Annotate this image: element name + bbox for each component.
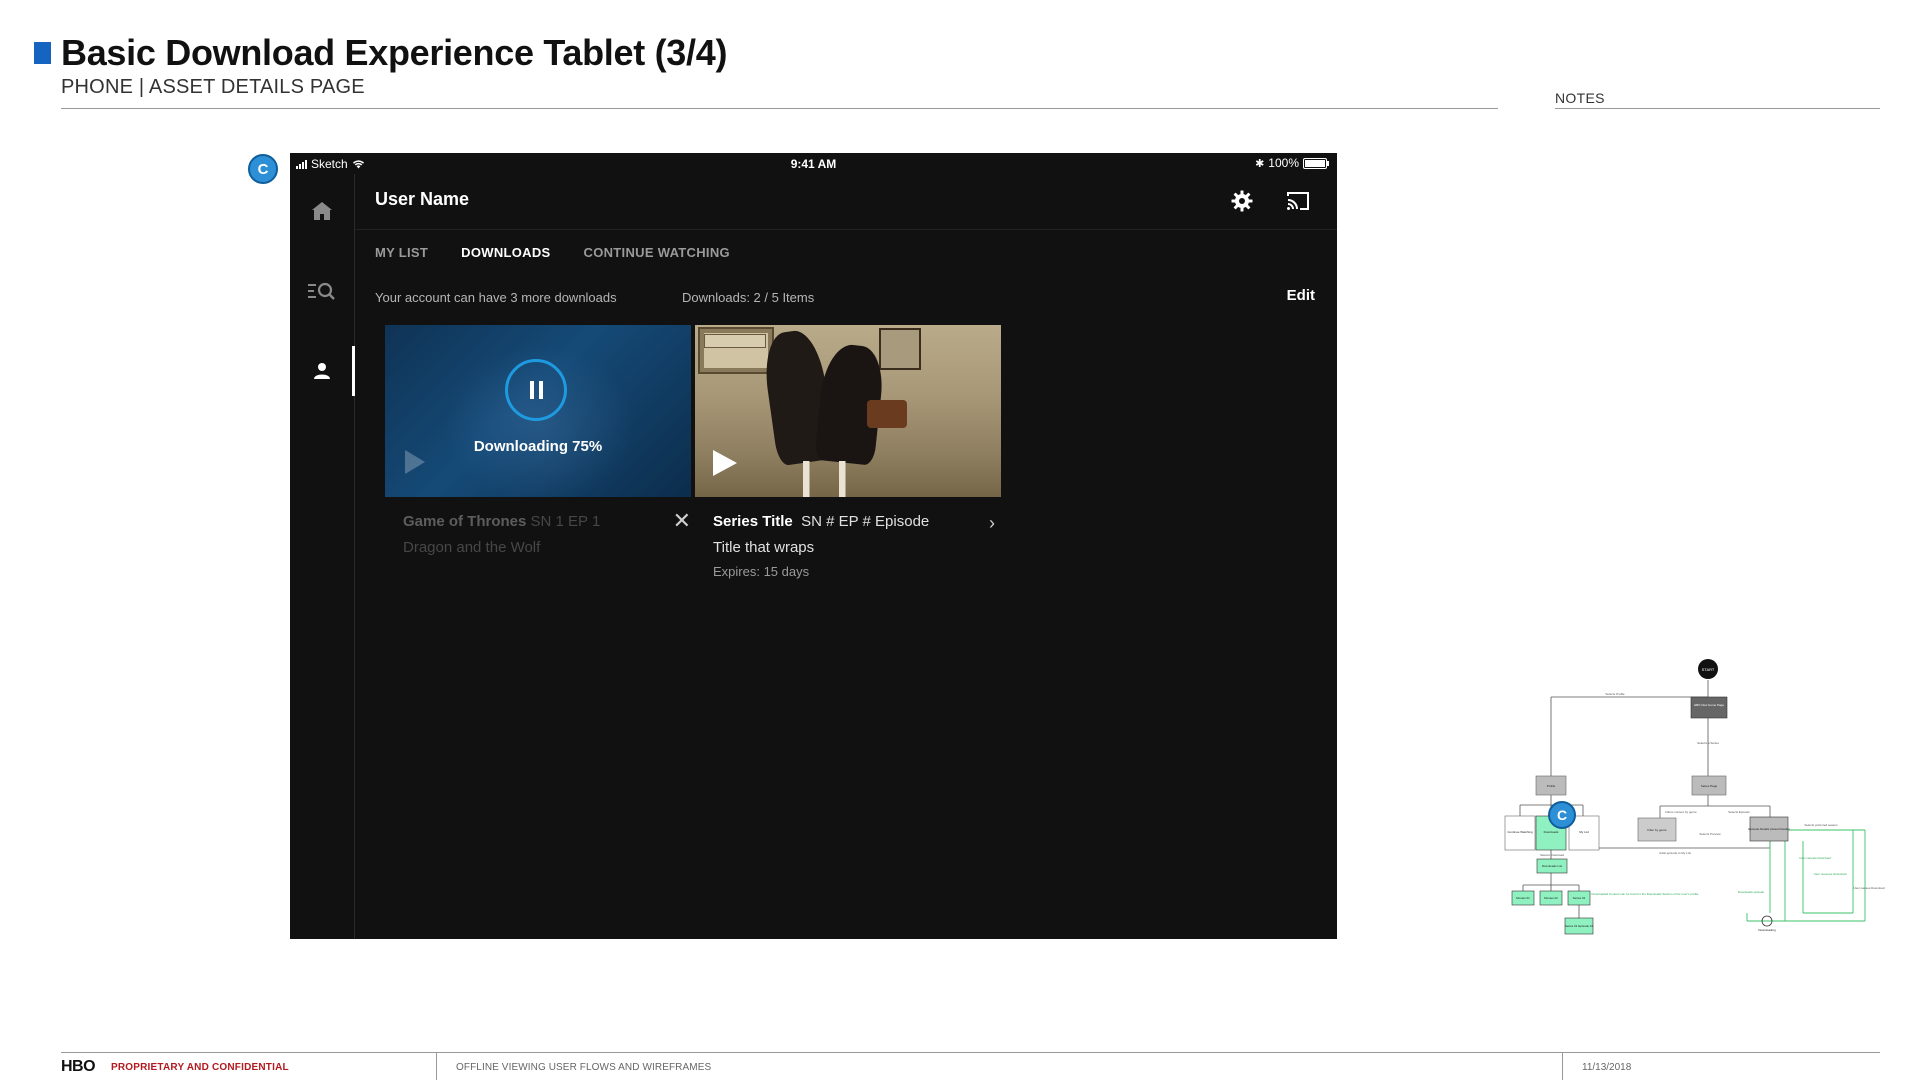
document-title: OFFLINE VIEWING USER FLOWS AND WIREFRAME… [456, 1062, 712, 1073]
flow-node-label: Downloading [1758, 928, 1776, 932]
page-title: Basic Download Experience Tablet (3/4) [61, 32, 728, 73]
battery-percent: 100% [1268, 156, 1299, 170]
bluetooth-icon: ✱ [1255, 157, 1265, 170]
status-time: 9:41 AM [790, 157, 837, 171]
flow-node-label: START [1702, 667, 1715, 672]
flow-node-home [1690, 696, 1728, 719]
flow-edge-label: Selects Episode [1728, 810, 1750, 814]
flow-node-label: Filter by genre [1647, 828, 1667, 832]
card-expiration: Expires: 15 days [713, 564, 810, 579]
flow-node-label: My List [1579, 830, 1589, 834]
flow-edge-label: User pauses Download [1853, 886, 1884, 890]
pause-icon [529, 381, 543, 399]
footer-separator [1562, 1052, 1563, 1080]
chevron-right-icon[interactable]: › [989, 514, 995, 532]
notes-divider [1555, 108, 1880, 109]
close-icon[interactable]: ✕ [673, 510, 691, 532]
callout-badge: C [248, 154, 278, 184]
card-title: Series Title [713, 513, 793, 530]
profile-icon [314, 363, 330, 379]
thumbnail-art [795, 461, 875, 497]
flow-edge-label: Downloaded Content can be found in the D… [1592, 892, 1699, 896]
top-bar: User Name [355, 174, 1337, 230]
footer-divider [61, 1052, 1880, 1053]
flow-edge-label: User cancels Download [1799, 856, 1831, 860]
flow-node-label: Movies 01 [1516, 896, 1530, 900]
user-name[interactable]: User Name [375, 189, 469, 210]
nav-home[interactable] [290, 186, 354, 236]
thumbnail-art [867, 400, 907, 428]
hbo-logo: HBO [61, 1058, 96, 1075]
flow-edge-label: Selects Download [1540, 853, 1564, 857]
nav-profile[interactable] [290, 346, 355, 396]
tab-my-list[interactable]: MY LIST [375, 245, 428, 260]
edit-button[interactable]: Edit [1287, 287, 1315, 304]
document-date: 11/13/2018 [1582, 1062, 1632, 1073]
gear-icon [1231, 190, 1253, 212]
nav-search[interactable] [290, 266, 354, 316]
active-nav-indicator [352, 346, 355, 396]
flow-node-label: Series Page [1701, 784, 1718, 788]
search-icon [308, 282, 335, 300]
card-meta: Game of Thrones SN 1 EP 1 Dragon and the… [385, 497, 691, 561]
notes-label: NOTES [1555, 90, 1605, 106]
download-card: Downloading 75% Game of Thrones SN 1 EP … [385, 325, 691, 561]
flow-edge-label: Selects Preview [1699, 832, 1721, 836]
confidential-label: PROPRIETARY AND CONFIDENTIAL [111, 1062, 289, 1073]
page-subtitle: PHONE | ASSET DETAILS PAGE [61, 76, 365, 98]
tab-downloads[interactable]: DOWNLOADS [461, 245, 550, 260]
flow-node-label: Continue Watching [1507, 830, 1533, 834]
flow-callout-badge: C [1548, 801, 1576, 829]
flow-edge-label: Filters content by genre [1665, 810, 1697, 814]
thumbnail-art [704, 334, 766, 348]
flow-node-label: Series 01 Episode 01 [1565, 924, 1594, 928]
cast-icon [1287, 192, 1309, 210]
flow-node-label: Downloads [1544, 830, 1559, 834]
flow-edge-label: Selects preferred season [1804, 823, 1838, 827]
flow-node-label: Movies 02 [1544, 896, 1558, 900]
card-title: Game of Thrones [403, 513, 527, 530]
tab-continue-watching[interactable]: CONTINUE WATCHING [584, 245, 730, 260]
title-marker [34, 42, 51, 64]
side-navigation [290, 174, 355, 939]
footer-separator [436, 1052, 437, 1080]
download-card: Series Title SN # EP # Episode Title tha… [695, 325, 1001, 581]
play-icon[interactable] [713, 450, 737, 476]
home-icon [312, 202, 332, 220]
tab-bar: MY LIST DOWNLOADS CONTINUE WATCHING [375, 245, 763, 260]
flow-edge-label: Downloads episode [1738, 890, 1765, 894]
flow-node-label: Profile [1547, 784, 1556, 788]
tablet-screen: Sketch 9:41 AM ✱ 100% User Name MY LIST … [290, 153, 1337, 939]
battery-icon [1303, 157, 1329, 169]
downloads-count: Downloads: 2 / 5 Items [682, 290, 815, 305]
flow-node-label: HBO Now Home Page [1694, 703, 1724, 707]
flow-node-label: Series 01 [1573, 896, 1586, 900]
status-bar: Sketch 9:41 AM ✱ 100% [290, 153, 1337, 174]
download-thumbnail[interactable]: Downloading 75% [385, 325, 691, 497]
settings-button[interactable] [1227, 186, 1257, 216]
thumbnail-art [879, 328, 921, 370]
header-divider [61, 108, 1498, 109]
download-thumbnail[interactable] [695, 325, 1001, 497]
flow-edge-label: User resumes Download [1814, 872, 1847, 876]
flow-edge-label: Selects a Series [1697, 741, 1719, 745]
card-meta: Series Title SN # EP # Episode Title tha… [695, 497, 1001, 581]
pause-download-button[interactable] [505, 359, 567, 421]
download-allowance-text: Your account can have 3 more downloads [375, 290, 617, 305]
flow-edge-label: Adds episode to My List [1659, 851, 1691, 855]
flow-edge-label: Selects Profile [1605, 692, 1625, 696]
cast-button[interactable] [1283, 186, 1313, 216]
flow-node-label: Episode Details (Asset Details) [1748, 827, 1789, 831]
flow-node-label: Downloads List [1542, 864, 1563, 868]
download-progress-text: Downloading 75% [473, 438, 603, 455]
flow-diagram: START HBO Now Home Page Profile Series P… [1485, 655, 1885, 985]
